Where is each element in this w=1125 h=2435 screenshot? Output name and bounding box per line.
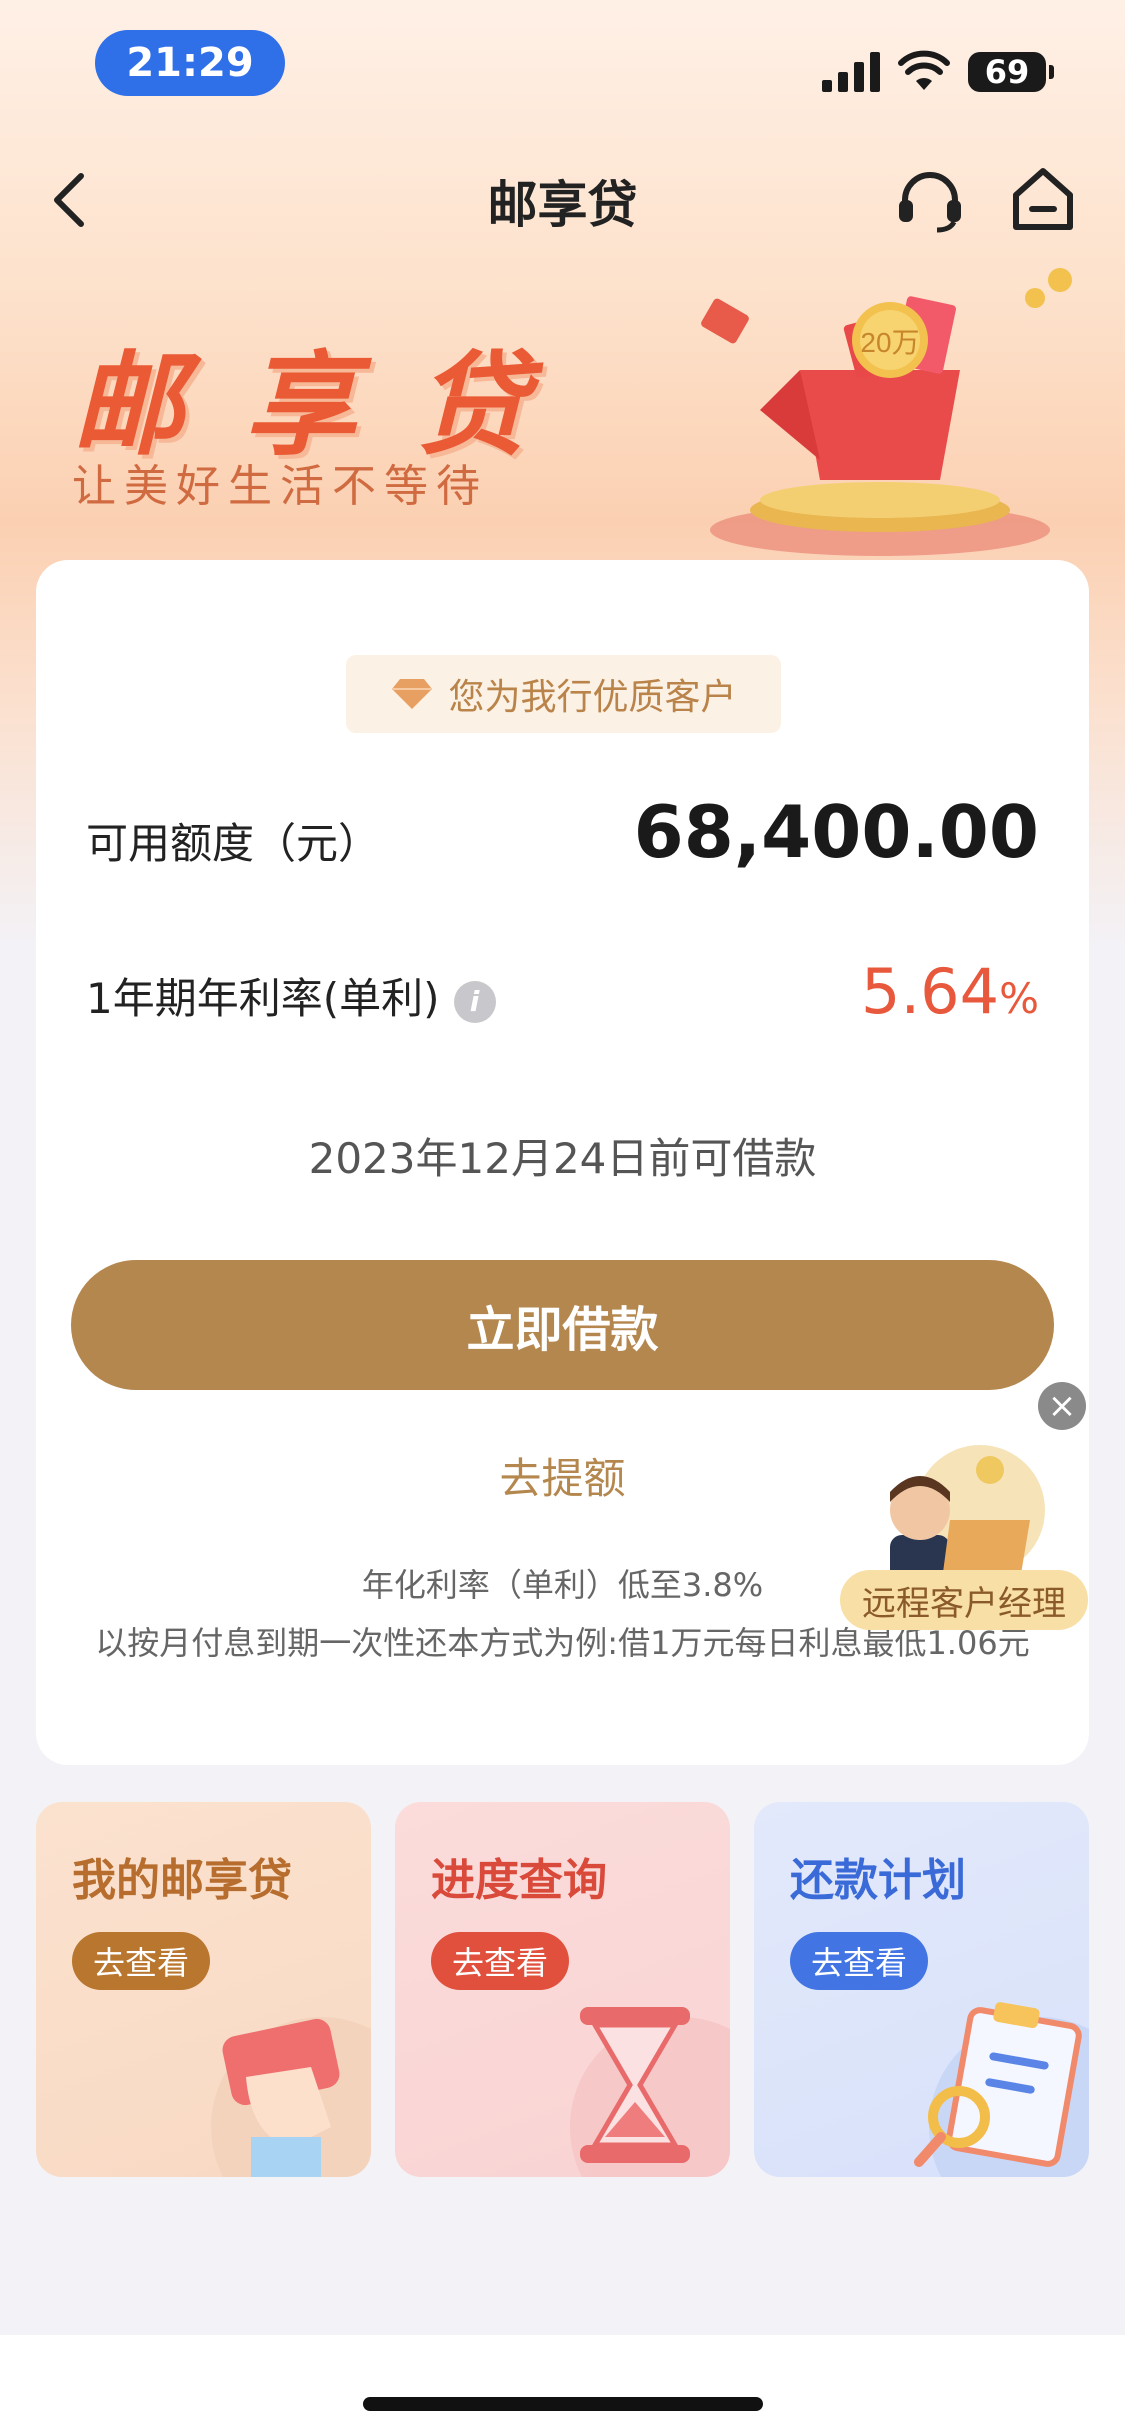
info-icon[interactable]: i xyxy=(453,980,496,1023)
rate-value: 5.64 xyxy=(861,955,1000,1028)
tile-progress-query[interactable]: 进度查询 去查看 xyxy=(395,1802,730,2177)
wifi-icon xyxy=(898,50,950,90)
available-limit-label: 可用额度（元） xyxy=(86,819,381,868)
cellular-signal-icon xyxy=(822,52,880,92)
rate-unit: % xyxy=(999,974,1039,1023)
tile-progress-title: 进度查询 xyxy=(431,1855,607,1906)
rate-row: 1年期年利率(单利) i xyxy=(86,965,496,1026)
bottom-safe-area xyxy=(0,2335,1125,2435)
vip-badge-text: 您为我行优质客户 xyxy=(448,677,737,718)
hand-phone-icon xyxy=(211,2017,371,2177)
tile-my-loan[interactable]: 我的邮享贷 去查看 xyxy=(36,1802,371,2177)
rate-value-group: 5.64% xyxy=(861,955,1039,1028)
hourglass-icon xyxy=(570,2007,730,2177)
battery-indicator: 69 xyxy=(968,52,1054,92)
tile-my-loan-title: 我的邮享贷 xyxy=(72,1855,292,1906)
tile-repayment-plan[interactable]: 还款计划 去查看 xyxy=(754,1802,1089,2177)
home-icon[interactable] xyxy=(1010,165,1076,233)
status-time: 21:29 xyxy=(95,30,285,96)
gift-box-illustration: 20万 xyxy=(701,268,1072,556)
clipboard-magnifier-icon xyxy=(914,2002,1089,2177)
home-indicator xyxy=(363,2397,763,2411)
close-icon[interactable]: × xyxy=(1038,1382,1086,1430)
vip-badge: 您为我行优质客户 xyxy=(346,655,781,733)
rate-label: 1年期年利率(单利) xyxy=(86,974,440,1023)
borrow-now-button[interactable]: 立即借款 xyxy=(71,1260,1054,1390)
headset-icon[interactable] xyxy=(895,168,965,234)
borrow-deadline: 2023年12月24日前可借款 xyxy=(308,1134,817,1183)
banner-subtitle: 让美好生活不等待 xyxy=(72,461,488,512)
remote-manager-avatar[interactable] xyxy=(870,1440,1050,1590)
diamond-icon xyxy=(392,679,433,709)
remote-manager-label[interactable]: 远程客户经理 xyxy=(840,1570,1088,1630)
available-amount: 68,400.00 xyxy=(633,790,1039,874)
tile-repayment-title: 还款计划 xyxy=(790,1855,966,1906)
gift-coin-label: 20万 xyxy=(860,327,919,358)
